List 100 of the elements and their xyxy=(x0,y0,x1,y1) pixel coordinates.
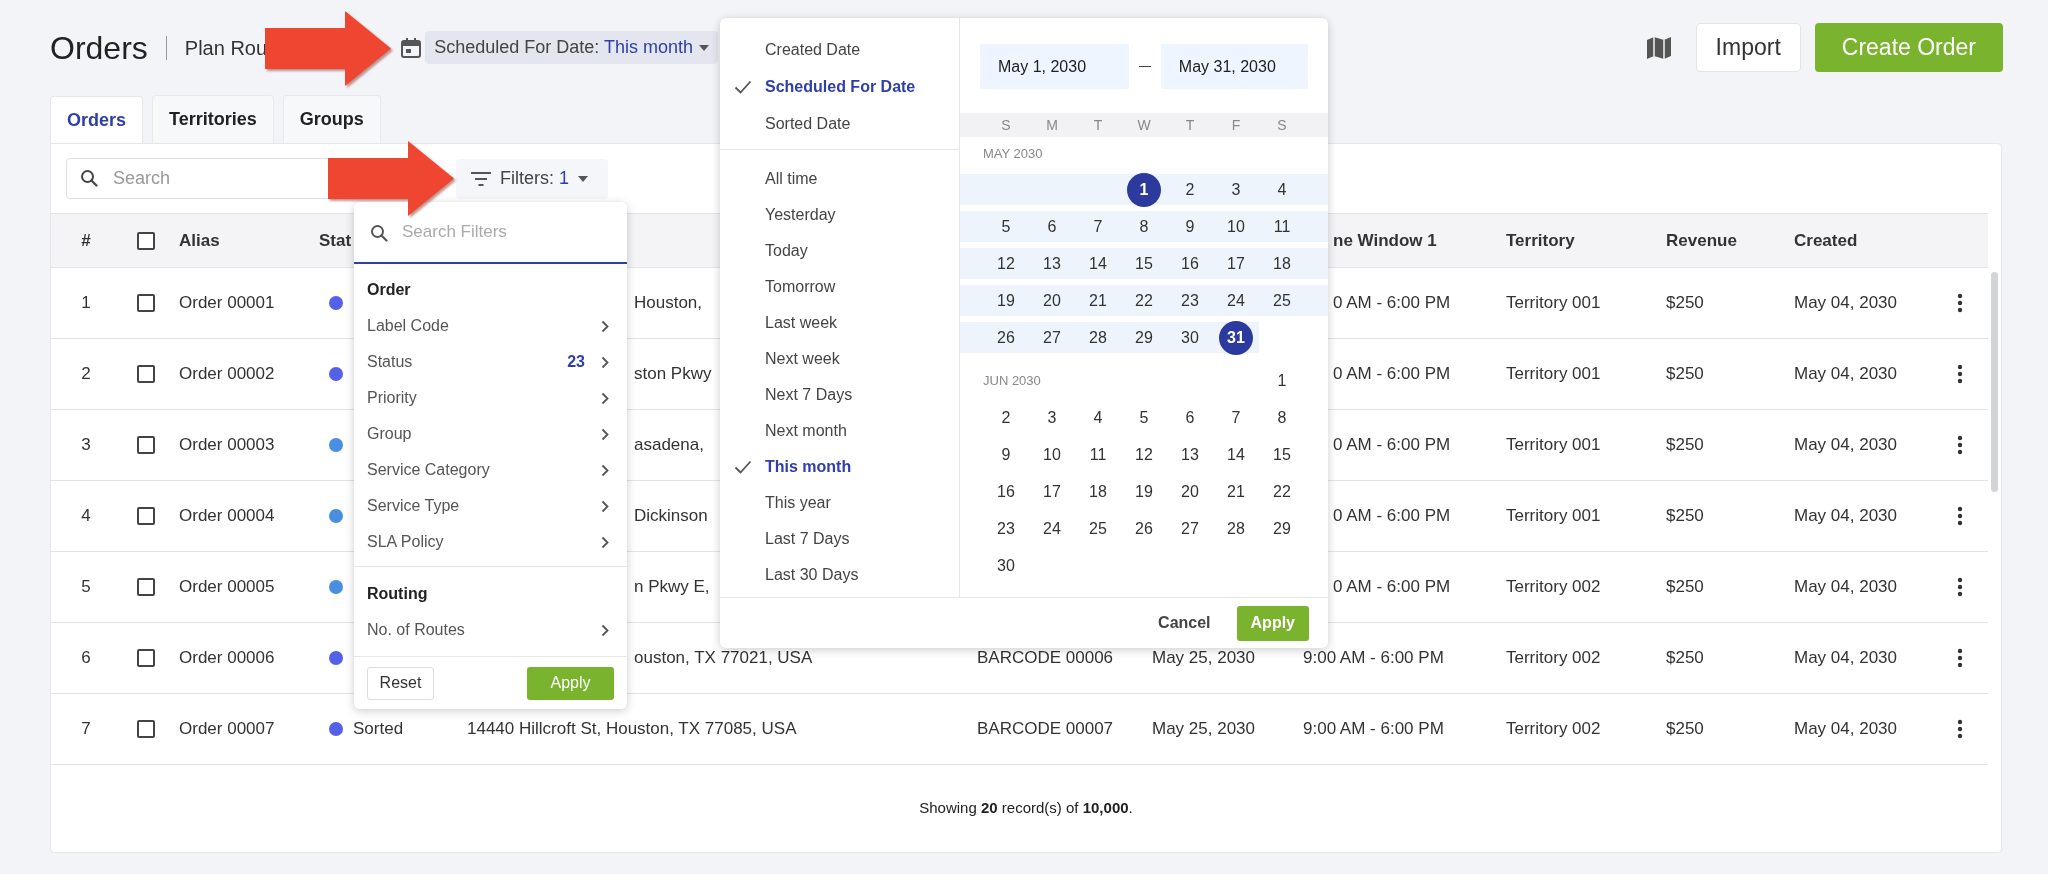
filter-search-field[interactable]: Search Filters xyxy=(354,202,627,264)
menu-option[interactable]: Last 7 Days xyxy=(720,521,959,557)
checkbox[interactable] xyxy=(137,720,155,738)
calendar-day[interactable]: 10 xyxy=(1227,214,1245,239)
calendar-day[interactable]: 21 xyxy=(1089,288,1107,313)
filters-dropdown[interactable]: Filters: 1 xyxy=(456,158,609,199)
reset-button[interactable]: Reset xyxy=(367,666,434,700)
calendar-day[interactable]: 30 xyxy=(997,553,1015,578)
calendar-day[interactable]: 17 xyxy=(1043,479,1061,504)
calendar-day[interactable]: 11 xyxy=(1089,442,1107,467)
calendar-day[interactable]: 17 xyxy=(1227,251,1245,276)
calendar-day[interactable]: 3 xyxy=(1231,177,1241,202)
calendar-day[interactable]: 20 xyxy=(1181,479,1199,504)
calendar-day[interactable]: 21 xyxy=(1227,479,1245,504)
filter-menu-item[interactable]: Label Code xyxy=(354,308,627,344)
menu-option[interactable]: Yesterday xyxy=(720,197,959,233)
calendar-day[interactable]: 7 xyxy=(1093,214,1103,239)
more-options-icon[interactable] xyxy=(1957,719,1963,739)
calendar-day[interactable]: 16 xyxy=(1181,251,1199,276)
more-options-icon[interactable] xyxy=(1957,577,1963,597)
checkbox[interactable] xyxy=(137,365,155,383)
menu-option[interactable]: Last week xyxy=(720,305,959,341)
checkbox[interactable] xyxy=(137,436,155,454)
checkbox[interactable] xyxy=(137,294,155,312)
calendar-day[interactable]: 27 xyxy=(1043,325,1061,350)
menu-option[interactable]: Created Date xyxy=(720,31,959,68)
calendar-day[interactable]: 15 xyxy=(1135,251,1153,276)
calendar-day[interactable]: 13 xyxy=(1181,442,1199,467)
calendar-day[interactable]: 5 xyxy=(1139,405,1149,430)
calendar-day[interactable]: 6 xyxy=(1047,214,1057,239)
calendar-day[interactable]: 26 xyxy=(1135,516,1153,541)
calendar-day[interactable]: 14 xyxy=(1089,251,1107,276)
calendar-day[interactable]: 13 xyxy=(1043,251,1061,276)
calendar-day[interactable]: 26 xyxy=(997,325,1015,350)
calendar-day[interactable]: 19 xyxy=(1135,479,1153,504)
calendar-day[interactable]: 18 xyxy=(1089,479,1107,504)
calendar-day[interactable]: 23 xyxy=(997,516,1015,541)
tab[interactable]: Groups xyxy=(282,95,381,143)
checkbox[interactable] xyxy=(137,231,155,250)
search-field[interactable]: Search xyxy=(66,158,331,199)
more-options-icon[interactable] xyxy=(1957,648,1963,668)
calendar-day[interactable]: 24 xyxy=(1043,516,1061,541)
menu-option[interactable]: Next 7 Days xyxy=(720,377,959,413)
menu-option[interactable]: Today xyxy=(720,233,959,269)
calendar-day[interactable]: 4 xyxy=(1093,405,1103,430)
calendar-day[interactable]: 24 xyxy=(1227,288,1245,313)
calendar-icon[interactable] xyxy=(400,36,423,59)
calendar-day[interactable]: 29 xyxy=(1273,516,1291,541)
calendar-day[interactable]: 3 xyxy=(1047,405,1057,430)
calendar-day[interactable]: 8 xyxy=(1277,405,1287,430)
calendar-day[interactable]: 30 xyxy=(1181,325,1199,350)
menu-option[interactable]: Next week xyxy=(720,341,959,377)
filter-menu-item[interactable]: Service Type xyxy=(354,488,627,524)
calendar-day[interactable]: 11 xyxy=(1273,214,1291,239)
more-options-icon[interactable] xyxy=(1957,293,1963,313)
start-date-field[interactable]: May 1, 2030 xyxy=(980,44,1130,89)
import-button[interactable]: Import xyxy=(1695,23,1801,72)
menu-option[interactable]: Sorted Date xyxy=(720,105,959,142)
tab[interactable]: Orders xyxy=(50,96,144,144)
cancel-button[interactable]: Cancel xyxy=(1152,605,1217,641)
calendar-day[interactable]: 12 xyxy=(997,251,1015,276)
map-icon[interactable] xyxy=(1645,35,1672,60)
scrollbar-thumb[interactable] xyxy=(1991,272,1998,492)
menu-option[interactable]: Tomorrow xyxy=(720,269,959,305)
filter-menu-item[interactable]: Service Category xyxy=(354,452,627,488)
calendar-day[interactable]: 15 xyxy=(1273,442,1291,467)
menu-option[interactable]: All time xyxy=(720,161,959,197)
tab[interactable]: Territories xyxy=(152,95,274,143)
calendar-day[interactable]: 5 xyxy=(1001,214,1011,239)
calendar-day[interactable]: 22 xyxy=(1135,288,1153,313)
checkbox[interactable] xyxy=(137,649,155,667)
menu-option[interactable]: This month xyxy=(720,449,959,485)
calendar-day[interactable]: 23 xyxy=(1181,288,1199,313)
calendar-day[interactable]: 22 xyxy=(1273,479,1291,504)
filter-menu-item[interactable]: SLA Policy xyxy=(354,524,627,560)
filter-menu-item[interactable]: Group xyxy=(354,416,627,452)
calendar-day[interactable]: 9 xyxy=(1001,442,1011,467)
calendar-day[interactable]: 14 xyxy=(1227,442,1245,467)
calendar-day[interactable]: 12 xyxy=(1135,442,1153,467)
calendar-day[interactable]: 28 xyxy=(1089,325,1107,350)
date-filter-dropdown[interactable]: Scheduled For Date: This month xyxy=(425,31,718,64)
calendar-day[interactable]: 25 xyxy=(1273,288,1291,313)
calendar-day[interactable]: 6 xyxy=(1185,405,1195,430)
filter-menu-item[interactable]: Priority xyxy=(354,380,627,416)
calendar-day[interactable]: 31 xyxy=(1219,320,1253,355)
calendar-day[interactable]: 9 xyxy=(1185,214,1195,239)
menu-option[interactable]: Last 30 Days xyxy=(720,557,959,593)
calendar-day[interactable]: 10 xyxy=(1043,442,1061,467)
checkbox[interactable] xyxy=(137,507,155,525)
calendar-day[interactable]: 2 xyxy=(1185,177,1195,202)
calendar-day[interactable]: 7 xyxy=(1231,405,1241,430)
more-options-icon[interactable] xyxy=(1957,506,1963,526)
filter-menu-item[interactable]: No. of Routes xyxy=(354,612,627,648)
checkbox[interactable] xyxy=(137,578,155,596)
end-date-field[interactable]: May 31, 2030 xyxy=(1160,44,1308,89)
calendar-day[interactable]: 16 xyxy=(997,479,1015,504)
calendar-day[interactable]: 1 xyxy=(1127,172,1161,207)
calendar-day[interactable]: 18 xyxy=(1273,251,1291,276)
calendar-day[interactable]: 4 xyxy=(1277,177,1287,202)
menu-option[interactable]: Scheduled For Date xyxy=(720,68,959,105)
